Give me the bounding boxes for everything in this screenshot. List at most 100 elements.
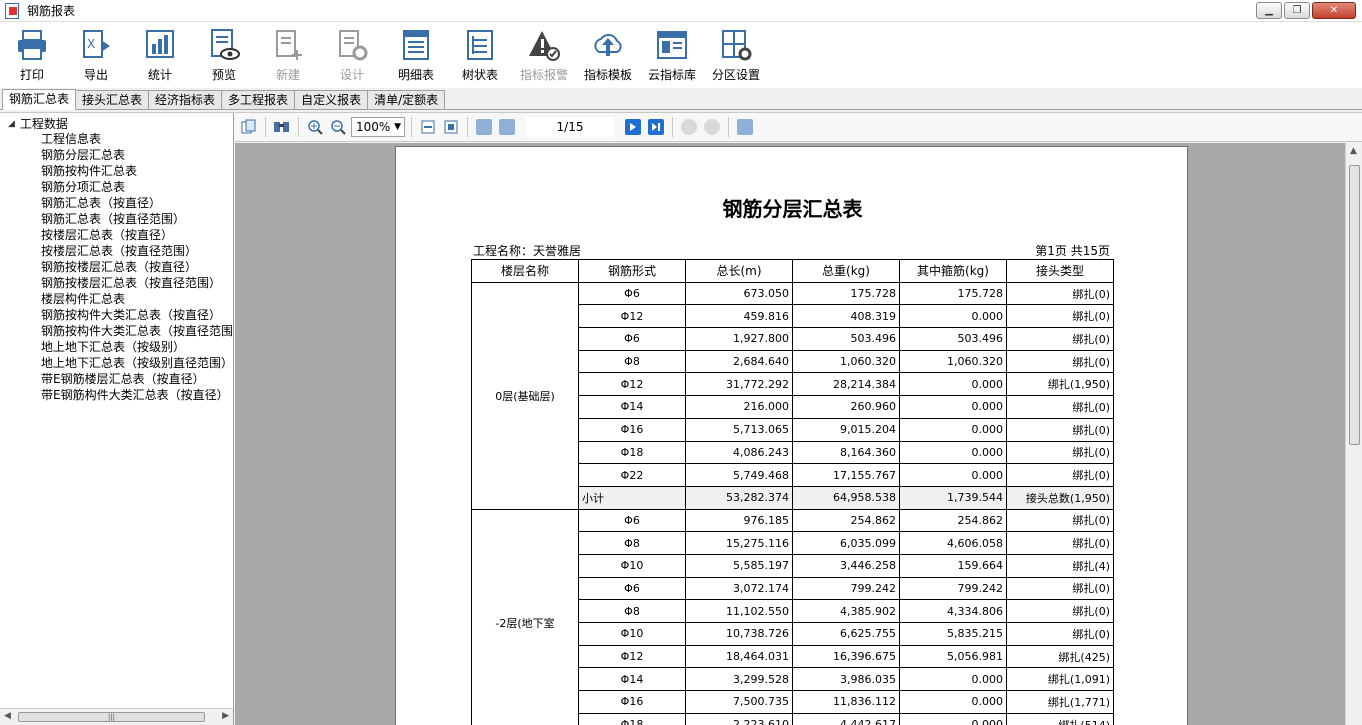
tree-item[interactable]: 地上地下汇总表（按级别）: [41, 339, 233, 355]
zoom-out-icon[interactable]: [328, 117, 348, 137]
toolbar-button-tree-table[interactable]: 树状表: [448, 22, 512, 84]
zoom-in-icon[interactable]: [305, 117, 325, 137]
tree-item[interactable]: 带E钢筋构件大类汇总表（按直径）: [41, 387, 233, 403]
table-cell: 17,155.767: [792, 463, 900, 487]
tree-item[interactable]: 按楼层汇总表（按直径）: [41, 227, 233, 243]
tab-2[interactable]: 经济指标表: [148, 90, 223, 109]
toolbar-button-export[interactable]: X 导出: [64, 22, 128, 84]
tree-item[interactable]: 按楼层汇总表（按直径范围）: [41, 243, 233, 259]
toolbar-button-warning[interactable]: 指标报警: [512, 22, 576, 84]
table-cell: 2,223.610: [685, 712, 793, 725]
toolbar-button-label: 云指标库: [647, 68, 696, 82]
page-indicator[interactable]: 1/15: [526, 117, 614, 137]
table-cell: 3,072.174: [685, 576, 793, 601]
toolbar-button-cloud-upload[interactable]: 指标模板: [576, 22, 640, 84]
table-cell: 2,684.640: [685, 349, 793, 374]
back-icon[interactable]: [735, 117, 755, 137]
tree-item[interactable]: 地上地下汇总表（按级别直径范围）: [41, 355, 233, 371]
tree-item[interactable]: 工程信息表: [41, 131, 233, 147]
toolbar-button-printer[interactable]: 打印: [0, 22, 64, 84]
table-cell: 260.960: [792, 395, 900, 419]
table-cell: 绑扎(0): [1006, 349, 1114, 374]
toolbar-button-new[interactable]: 新建: [256, 22, 320, 84]
table-cell: 0.000: [899, 304, 1007, 329]
scroll-right-icon[interactable]: ▶: [222, 711, 229, 721]
fit-page-icon[interactable]: [441, 117, 461, 137]
table-cell: 绑扎(514): [1006, 712, 1114, 725]
table-cell: 0.000: [899, 690, 1007, 714]
tab-4[interactable]: 自定义报表: [294, 90, 369, 109]
toolbar-button-cloud-library[interactable]: 云指标库: [640, 22, 704, 84]
statistics-icon: [143, 28, 177, 62]
preview-icon: [207, 28, 241, 62]
table-cell: 绑扎(425): [1006, 644, 1114, 669]
table-cell: 799.242: [899, 576, 1007, 601]
find-icon[interactable]: [272, 117, 292, 137]
tab-1[interactable]: 接头汇总表: [75, 90, 150, 109]
scrollbar-thumb[interactable]: [1349, 165, 1360, 445]
first-page-icon[interactable]: [474, 117, 494, 137]
tree-item[interactable]: 钢筋按构件大类汇总表（按直径）: [41, 307, 233, 323]
tree-item[interactable]: 钢筋分层汇总表: [41, 147, 233, 163]
table-cell: 408.319: [792, 304, 900, 329]
scroll-up-icon[interactable]: ▲: [1350, 146, 1357, 156]
table-cell: 10,738.726: [685, 622, 793, 646]
previous-page-icon[interactable]: [497, 117, 517, 137]
toolbar-button-design[interactable]: 设计: [320, 22, 384, 84]
toolbar-button-detail-table[interactable]: 明细表: [384, 22, 448, 84]
zoom-select[interactable]: 100% ▼: [351, 117, 405, 137]
copy-icon[interactable]: [239, 117, 259, 137]
table-cell: Φ18: [578, 712, 686, 725]
scrollbar-thumb[interactable]: |||: [18, 712, 205, 722]
title-bar: 钢筋报表 ▁ ❐ ✕: [0, 0, 1362, 22]
tree-item[interactable]: 钢筋汇总表（按直径范围）: [41, 211, 233, 227]
tree-item[interactable]: 带E钢筋楼层汇总表（按直径）: [41, 371, 233, 387]
toolbar-button-label: 设计: [339, 68, 364, 82]
tree-item[interactable]: 钢筋汇总表（按直径）: [41, 195, 233, 211]
toolbar-button-zone-settings[interactable]: 分区设置: [704, 22, 768, 84]
scroll-left-icon[interactable]: ◀: [4, 711, 11, 721]
toolbar-button-statistics[interactable]: 统计: [128, 22, 192, 84]
redo-icon[interactable]: [702, 117, 722, 137]
undo-icon[interactable]: [679, 117, 699, 137]
table-cell: 6,625.755: [792, 622, 900, 646]
toolbar-button-label: 预览: [211, 68, 236, 82]
toolbar-button-preview[interactable]: 预览: [192, 22, 256, 84]
tree-item[interactable]: 钢筋按楼层汇总表（按直径范围）: [41, 275, 233, 291]
tree-item[interactable]: 钢筋按构件大类汇总表（按直径范围: [41, 323, 233, 339]
tree-item[interactable]: 楼层构件汇总表: [41, 291, 233, 307]
tab-0[interactable]: 钢筋汇总表: [2, 89, 77, 110]
table-cell: Φ6: [578, 327, 686, 351]
tree-horizontal-scrollbar[interactable]: ◀ ||| ▶: [0, 708, 233, 725]
tree-root[interactable]: ◢ 工程数据: [8, 115, 68, 132]
tab-3[interactable]: 多工程报表: [221, 90, 296, 109]
table-cell: Φ10: [578, 622, 686, 646]
table-row: -2层(地下室 Φ6 976.185 254.862 254.862 绑扎(0): [471, 508, 1114, 725]
tab-5[interactable]: 清单/定额表: [367, 90, 446, 109]
tree-item[interactable]: 钢筋分项汇总表: [41, 179, 233, 195]
minimize-button[interactable]: ▁: [1256, 2, 1282, 19]
last-page-icon[interactable]: [646, 117, 666, 137]
tree-root-label: 工程数据: [19, 117, 68, 131]
table-cell: 175.728: [899, 281, 1007, 306]
new-icon: [271, 28, 305, 62]
design-icon: [335, 28, 369, 62]
close-button[interactable]: ✕: [1312, 2, 1356, 19]
table-cell: Φ12: [578, 644, 686, 669]
next-page-icon[interactable]: [623, 117, 643, 137]
report-tree: ◢ 工程数据 工程信息表 钢筋分层汇总表 钢筋按构件汇总表 钢筋分项汇总表 钢筋汇总表（…: [0, 112, 234, 725]
table-cell: 绑扎(0): [1006, 395, 1114, 419]
restore-button[interactable]: ❐: [1284, 2, 1310, 19]
tree-item[interactable]: 钢筋按构件汇总表: [41, 163, 233, 179]
table-cell: 799.242: [792, 576, 900, 601]
window-title: 钢筋报表: [27, 4, 76, 18]
table-cell: 175.728: [792, 281, 900, 306]
collapse-arrow-icon[interactable]: ◢: [8, 119, 15, 129]
cloud-upload-icon: [591, 28, 625, 62]
table-cell: 159.664: [899, 553, 1007, 578]
table-cell: 5,585.197: [685, 553, 793, 578]
project-name: 工程名称：天誉雅居: [473, 244, 582, 258]
fit-width-icon[interactable]: [418, 117, 438, 137]
viewer-vertical-scrollbar[interactable]: ▲: [1345, 143, 1362, 725]
tree-item[interactable]: 钢筋按楼层汇总表（按直径）: [41, 259, 233, 275]
